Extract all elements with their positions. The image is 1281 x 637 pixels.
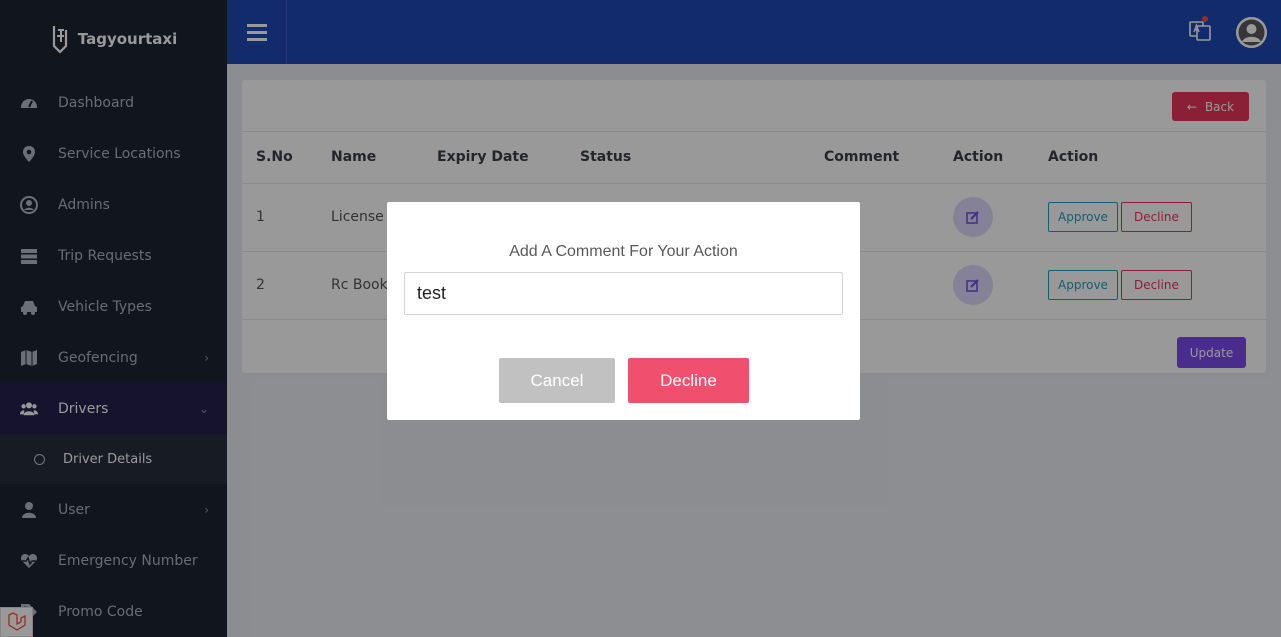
modal-title: Add A Comment For Your Action <box>509 243 738 260</box>
comment-input[interactable] <box>404 272 843 315</box>
confirm-decline-button[interactable]: Decline <box>628 358 749 403</box>
comment-modal: Add A Comment For Your Action Cancel Dec… <box>387 202 860 420</box>
cancel-button[interactable]: Cancel <box>499 358 615 403</box>
